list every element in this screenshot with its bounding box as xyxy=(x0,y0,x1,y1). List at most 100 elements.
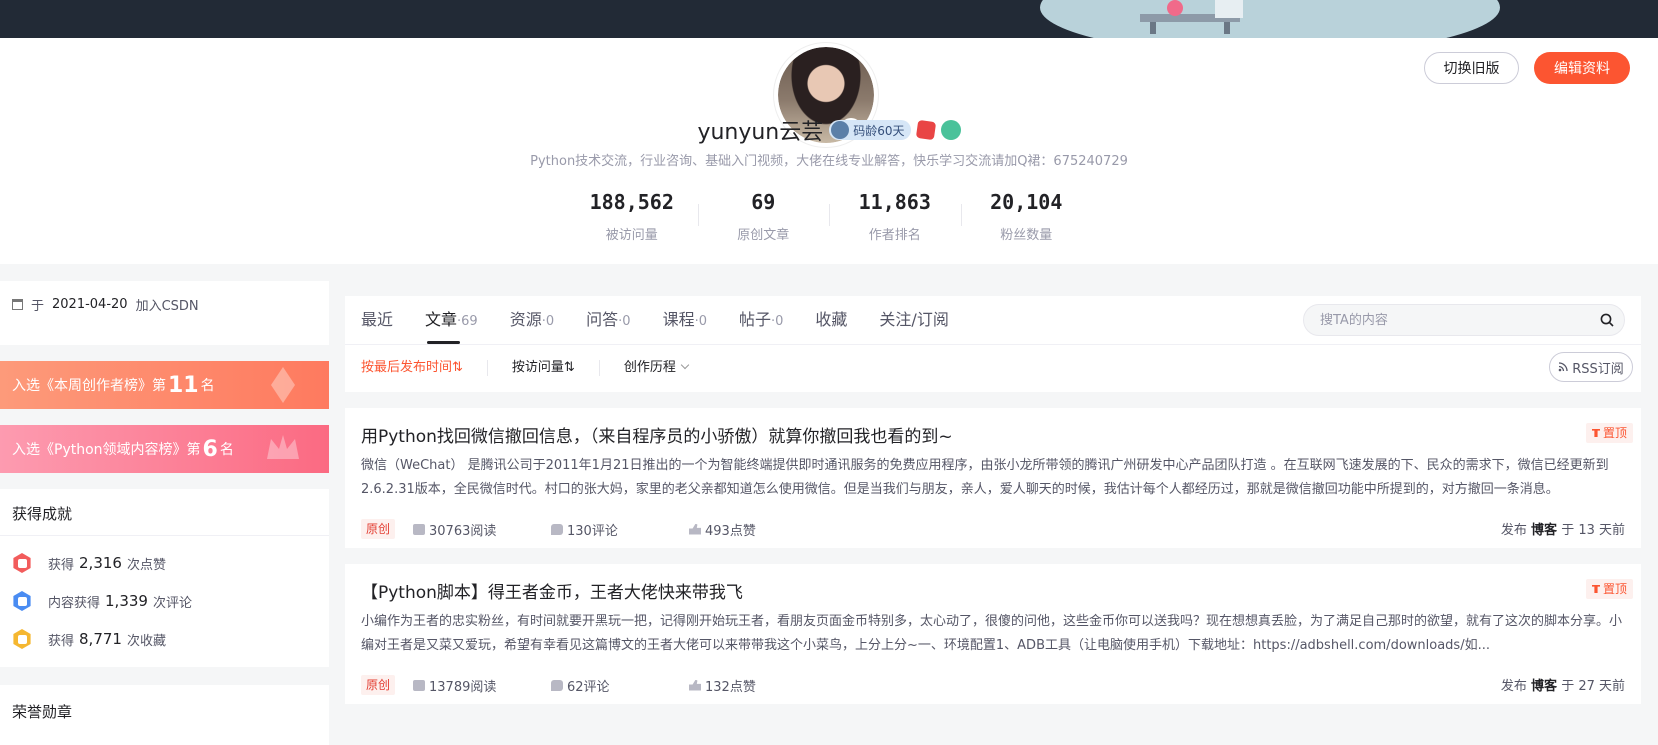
tab-courses[interactable]: 课程·0 xyxy=(663,296,707,344)
sort-by-views[interactable]: 按访问量⇅ xyxy=(512,360,600,376)
publish-prefix: 发布 xyxy=(1500,523,1527,538)
join-date: 2021-04-20 xyxy=(52,297,128,312)
rank-text: 入选《本周创作者榜》第 xyxy=(12,378,166,394)
achievement-favorites: 获得 8,771 次收藏 xyxy=(12,629,166,649)
eye-icon xyxy=(413,523,426,535)
join-date-row: 于 2021-04-20 加入CSDN xyxy=(12,295,199,314)
tab-count: ·0 xyxy=(541,314,555,329)
article-summary[interactable]: 小编作为王者的忠实粉丝，有时间就要开黑玩一把，记得刚开始玩王者，看朋友页面金币特… xyxy=(361,610,1625,658)
join-info-card: 于 2021-04-20 加入CSDN xyxy=(0,281,329,345)
tab-count: ·0 xyxy=(618,314,631,329)
achievement-prefix: 获得 xyxy=(48,633,75,649)
achievement-prefix: 获得 xyxy=(48,557,75,573)
edit-profile-button[interactable]: 编辑资料 xyxy=(1534,52,1630,84)
pinned-label: 置顶 xyxy=(1602,426,1627,440)
article-card[interactable]: 【Python脚本】得王者金币，王者大佬快来带我飞 置顶 小编作为王者的忠实粉丝… xyxy=(345,564,1641,704)
weekly-creator-rank-banner[interactable]: 入选《本周创作者榜》第 11 名 xyxy=(0,361,329,409)
stat-articles[interactable]: 69 原创文章 xyxy=(697,188,830,248)
article-meta: 原创 13789阅读 62评论 132点赞 xyxy=(361,675,827,695)
honor-badges-title: 荣誉勋章 xyxy=(12,703,73,721)
read-count: 30763阅读 xyxy=(413,520,551,539)
comment-icon xyxy=(551,523,564,535)
like-count[interactable]: 132点赞 xyxy=(689,676,827,695)
tab-resources[interactable]: 资源·0 xyxy=(510,296,554,344)
tab-label: 收藏 xyxy=(815,310,848,329)
comment-icon xyxy=(551,679,564,691)
tab-recent[interactable]: 最近 xyxy=(361,296,393,344)
stat-rank[interactable]: 11,863 作者排名 xyxy=(829,188,961,248)
tab-articles[interactable]: 文章·69 xyxy=(425,296,478,344)
pinned-badge: 置顶 xyxy=(1585,423,1633,443)
publish-info: 发布 博客 于 13 天前 xyxy=(1501,519,1625,538)
tab-label: 帖子 xyxy=(738,310,771,329)
like-count-label: 493点赞 xyxy=(705,523,756,539)
stat-visits[interactable]: 188,562 被访问量 xyxy=(566,188,698,248)
join-prefix: 于 xyxy=(31,299,45,314)
comment-count[interactable]: 62评论 xyxy=(551,676,689,695)
comment-count[interactable]: 130评论 xyxy=(551,520,689,539)
rank-number: 11 xyxy=(168,372,199,398)
code-age-label: 码龄60天 xyxy=(853,123,905,138)
article-meta: 原创 30763阅读 130评论 493点赞 xyxy=(361,519,827,539)
tab-label: 关注/订阅 xyxy=(879,310,949,329)
achievements-card: 获得成就 获得 2,316 次点赞 内容获得 1,339 次评论 获得 8,77… xyxy=(0,489,329,667)
crown-icon xyxy=(267,435,299,459)
python-content-rank-banner[interactable]: 入选《Python领域内容榜》第 6 名 xyxy=(0,425,329,473)
original-tag: 原创 xyxy=(361,675,396,695)
comment-count-label: 62评论 xyxy=(567,679,610,695)
tab-label: 文章 xyxy=(425,310,458,329)
achievement-likes: 获得 2,316 次点赞 xyxy=(12,553,166,573)
search-input[interactable] xyxy=(1318,305,1588,335)
search-icon[interactable] xyxy=(1600,313,1614,327)
stat-fans[interactable]: 20,104 粉丝数量 xyxy=(960,188,1093,248)
stat-value: 69 xyxy=(751,190,776,214)
user-bio: Python技术交流，行业咨询、基础入门视频，大佬在线专业解答，快乐学习交流请加… xyxy=(530,154,1128,169)
article-summary[interactable]: 微信（WeChat） 是腾讯公司于2011年1月21日推出的一个为智能终端提供即… xyxy=(361,454,1625,502)
achievement-suffix: 次收藏 xyxy=(126,633,166,649)
rank-text: 入选《Python领域内容榜》第 xyxy=(12,442,201,458)
tab-posts[interactable]: 帖子·0 xyxy=(739,296,783,344)
tab-following[interactable]: 关注/订阅 xyxy=(879,296,948,344)
certified-medal-icon[interactable] xyxy=(940,120,961,140)
achievement-prefix: 内容获得 xyxy=(48,595,101,611)
eye-icon xyxy=(413,679,426,691)
achievement-value: 8,771 xyxy=(79,630,122,648)
content-search-box xyxy=(1303,304,1625,336)
calendar-icon xyxy=(12,299,23,310)
tab-count: ·69 xyxy=(457,314,478,329)
tab-favorites[interactable]: 收藏 xyxy=(815,296,847,344)
pen-nib-icon xyxy=(271,367,295,403)
switch-old-version-button[interactable]: 切换旧版 xyxy=(1424,52,1519,84)
achievement-comments: 内容获得 1,339 次评论 xyxy=(12,591,192,611)
tab-label: 问答 xyxy=(586,310,619,329)
creation-history-dropdown[interactable]: 创作历程 xyxy=(624,360,712,376)
thumbs-up-icon xyxy=(689,523,702,535)
publish-type: 博客 xyxy=(1531,679,1558,694)
honor-badges-card: 荣誉勋章 xyxy=(0,685,329,745)
tab-qa[interactable]: 问答·0 xyxy=(586,296,630,344)
sort-options: 按最后发布时间⇅ 按访问量⇅ 创作历程 xyxy=(361,344,736,392)
read-count-label: 13789阅读 xyxy=(429,679,497,695)
article-card[interactable]: 用Python找回微信撤回信息，（来自程序员的小骄傲）就算你撤回我也看的到~ 置… xyxy=(345,408,1641,548)
stats-bar: 188,562 被访问量 69 原创文章 11,863 作者排名 20,104 … xyxy=(566,188,1092,248)
original-tag: 原创 xyxy=(361,519,396,539)
like-achievement-icon xyxy=(13,553,31,573)
achievement-suffix: 次点赞 xyxy=(126,557,166,573)
rss-icon xyxy=(1558,362,1568,372)
creator-medal-icon[interactable] xyxy=(915,119,936,141)
sort-by-latest[interactable]: 按最后发布时间⇅ xyxy=(361,360,488,376)
like-count[interactable]: 493点赞 xyxy=(689,520,827,539)
code-age-icon xyxy=(831,121,850,139)
article-title[interactable]: 【Python脚本】得王者金币，王者大佬快来带我飞 xyxy=(361,578,1511,603)
article-title[interactable]: 用Python找回微信撤回信息，（来自程序员的小骄傲）就算你撤回我也看的到~ xyxy=(361,422,1511,447)
stat-label: 粉丝数量 xyxy=(1000,228,1053,243)
thumbs-up-icon xyxy=(689,679,702,691)
publish-info: 发布 博客 于 27 天前 xyxy=(1501,675,1625,694)
profile-banner xyxy=(0,0,1658,38)
content-tabs: 最近 文章·69 资源·0 问答·0 课程·0 帖子·0 收藏 关注/订阅 xyxy=(361,296,949,344)
rss-subscribe-button[interactable]: RSS订阅 xyxy=(1549,352,1633,382)
code-age-badge[interactable]: 码龄60天 xyxy=(829,120,911,140)
tab-label: 课程 xyxy=(662,310,695,329)
rank-unit: 名 xyxy=(200,378,215,394)
rank-unit: 名 xyxy=(219,442,234,458)
